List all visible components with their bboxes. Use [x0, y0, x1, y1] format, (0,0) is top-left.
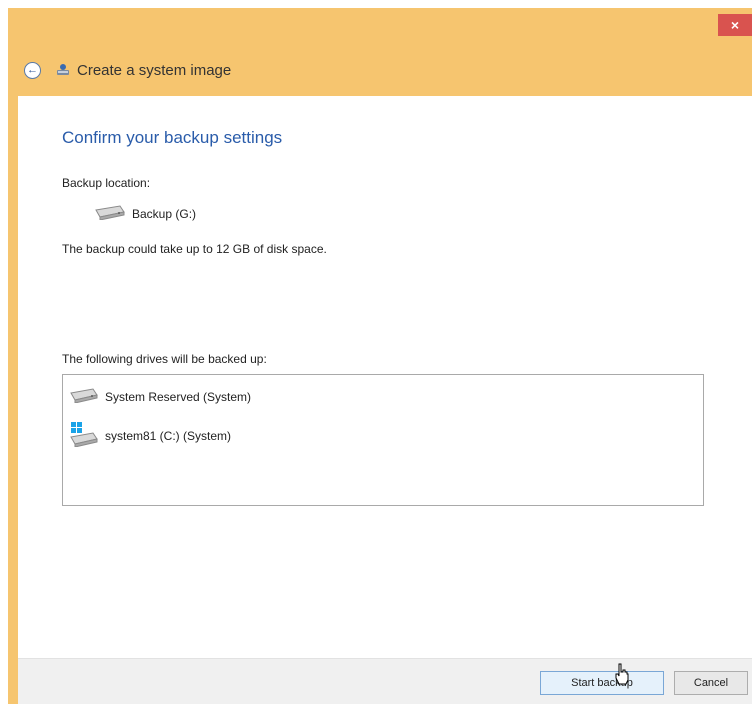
list-item: System Reserved (System): [69, 387, 251, 406]
backup-location-row: Backup (G:): [92, 204, 196, 223]
content-panel: Confirm your backup settings Backup loca…: [18, 96, 752, 658]
backup-location-label: Backup location:: [62, 176, 151, 190]
drives-list: System Reserved (System) system81 (C:) (…: [62, 374, 704, 506]
drive-name: System Reserved (System): [105, 389, 252, 404]
title-bar: ← Create a system image: [8, 52, 752, 88]
window-title: Create a system image: [77, 61, 232, 79]
back-arrow-icon: ←: [27, 63, 38, 76]
system-image-icon: [55, 62, 71, 78]
back-button[interactable]: ←: [24, 61, 41, 79]
windows-drive-icon: [69, 421, 99, 450]
close-icon: ×: [730, 17, 740, 33]
drives-label: The following drives will be backed up:: [62, 352, 267, 366]
start-backup-button[interactable]: Start backup: [540, 671, 664, 695]
footer-bar: Start backup Cancel: [18, 658, 752, 704]
hard-drive-icon: [92, 204, 126, 223]
disk-space-note: The backup could take up to 12 GB of dis…: [62, 242, 327, 256]
close-button[interactable]: ×: [718, 14, 752, 36]
backup-location-drive: Backup (G:): [132, 206, 197, 221]
window: × ← Create a system image Confirm your b…: [8, 8, 752, 704]
page-heading: Confirm your backup settings: [62, 128, 283, 147]
hard-drive-icon: [69, 387, 99, 406]
cancel-button[interactable]: Cancel: [674, 671, 748, 695]
drive-name: system81 (C:) (System): [105, 428, 232, 443]
hand-cursor-icon: [615, 663, 629, 685]
list-item: system81 (C:) (System): [69, 421, 231, 450]
